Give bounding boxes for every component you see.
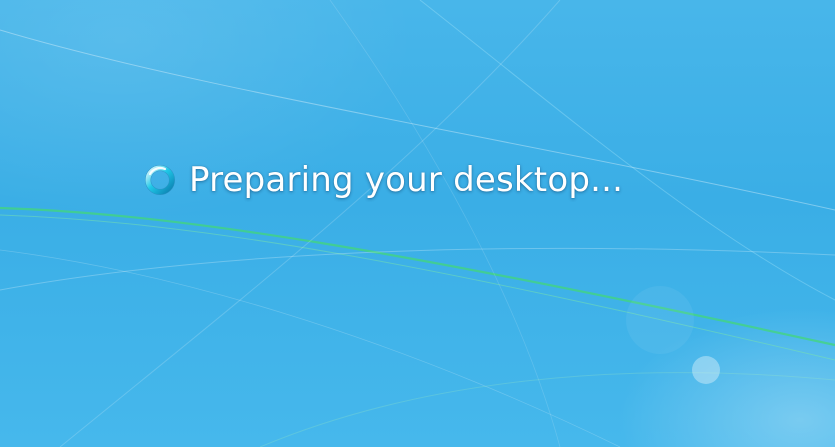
status-message: Preparing your desktop... (189, 160, 624, 200)
busy-spinner-icon (145, 165, 175, 195)
status-area: Preparing your desktop... (143, 160, 623, 200)
logon-screen: Preparing your desktop... (0, 0, 835, 447)
wallpaper-streaks (0, 0, 835, 447)
